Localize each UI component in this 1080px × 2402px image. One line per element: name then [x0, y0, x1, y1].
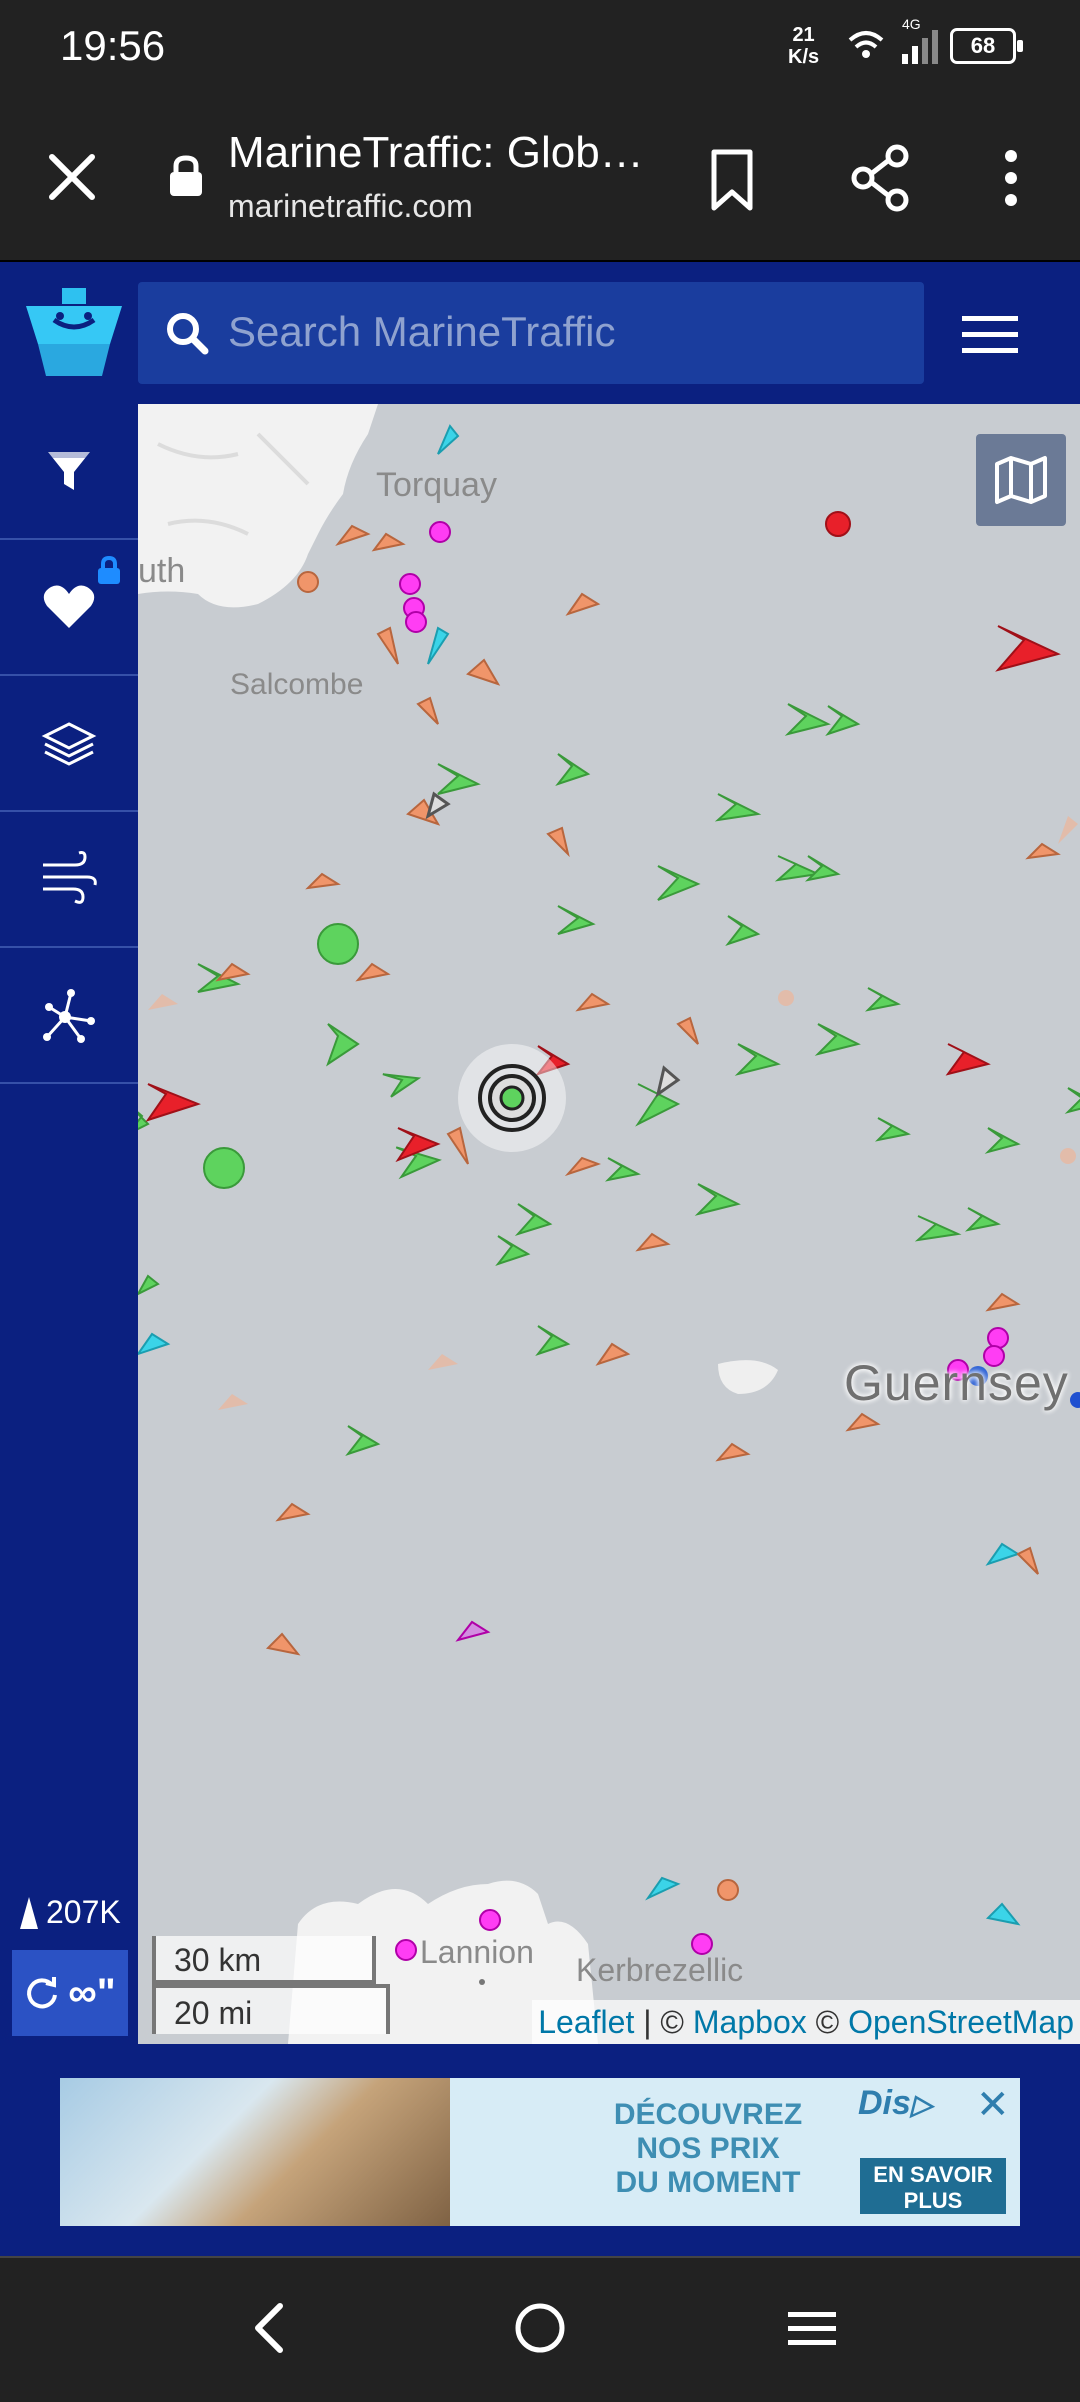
- network-icon: [43, 989, 95, 1043]
- lock-icon: [98, 556, 120, 584]
- share-button[interactable]: [845, 142, 917, 219]
- network-speed: 21 K/s: [788, 24, 819, 68]
- map-canvas: [138, 404, 1080, 2044]
- hamburger-icon: [962, 316, 1018, 353]
- speed-unit: K/s: [788, 46, 820, 68]
- sidebar-item-weather[interactable]: [0, 812, 138, 948]
- leaflet-link[interactable]: Leaflet: [538, 2004, 634, 2040]
- place-label-guernsey: Guernsey: [844, 1355, 1069, 1411]
- refresh-interval-value: ∞": [68, 1970, 116, 2015]
- more-vertical-icon: [1005, 150, 1017, 206]
- status-bar: 19:56 21 K/s 4G 68: [0, 0, 1080, 100]
- main-menu-button[interactable]: [958, 312, 1022, 361]
- scale-bar-km: 30 km: [152, 1936, 376, 1984]
- sidebar-item-network[interactable]: [0, 948, 138, 1084]
- place-label: uth: [138, 552, 186, 590]
- place-label: Salcombe: [230, 668, 364, 701]
- sidebar-item-layers[interactable]: [0, 676, 138, 812]
- site-header: Search MarineTraffic: [0, 262, 1080, 404]
- vessel-icon: [20, 1896, 38, 1929]
- marinetraffic-logo[interactable]: [22, 284, 126, 385]
- heart-icon: [43, 585, 95, 628]
- search-input[interactable]: Search MarineTraffic: [138, 282, 924, 384]
- ad-container: DÉCOUVREZ NOS PRIX DU MOMENT Dis▷ ✕ EN S…: [0, 2044, 1080, 2256]
- search-placeholder: Search MarineTraffic: [228, 308, 616, 355]
- map-attribution: Leaflet | © Mapbox © OpenStreetMap: [532, 2000, 1080, 2044]
- ad-line: NOS PRIX: [636, 2132, 780, 2165]
- ad-close-button[interactable]: ✕: [976, 2082, 1010, 2128]
- cargo-moored: [317, 923, 359, 965]
- sidebar-item-filter[interactable]: [0, 404, 138, 540]
- ad-text: DÉCOUVREZ NOS PRIX DU MOMENT: [588, 2098, 828, 2200]
- nav-recents-button[interactable]: [782, 2298, 842, 2363]
- refresh-icon: [27, 1977, 58, 2009]
- page-url[interactable]: marinetraffic.com: [228, 188, 473, 225]
- battery-level: 68: [970, 33, 996, 58]
- tanker-vessels: [145, 511, 1061, 1163]
- nav-home-button[interactable]: [510, 2298, 570, 2363]
- vessel-count: 207K: [18, 1894, 121, 1931]
- browser-toolbar: MarineTraffic: Glob… marinetraffic.com: [0, 100, 1080, 262]
- search-icon: [164, 310, 210, 361]
- sidebar-item-favorites[interactable]: [0, 540, 138, 676]
- home-icon: [515, 2303, 565, 2353]
- osm-link[interactable]: OpenStreetMap: [848, 2004, 1074, 2040]
- back-icon: [255, 2303, 283, 2353]
- ad-cta-line: EN SAVOIR: [873, 2162, 993, 2187]
- status-icons: 4G: [846, 16, 946, 75]
- layers-icon: [41, 722, 97, 766]
- ad-image: [60, 2078, 450, 2226]
- battery-icon: 68: [950, 28, 1023, 64]
- nav-back-button[interactable]: [244, 2298, 294, 2363]
- map-icon: [995, 456, 1047, 504]
- place-label: Torquay: [376, 466, 497, 504]
- ad-line: DU MOMENT: [615, 2166, 801, 2199]
- wind-icon: [43, 851, 97, 904]
- ad-cta-button[interactable]: EN SAVOIR PLUS: [860, 2158, 1006, 2214]
- bookmark-button[interactable]: [700, 144, 764, 221]
- place-label: Kerbrezellic: [576, 1952, 744, 1988]
- wifi-icon: [848, 30, 938, 64]
- mapbox-link[interactable]: Mapbox: [693, 2004, 807, 2040]
- page-title[interactable]: MarineTraffic: Glob…: [228, 128, 648, 178]
- vessel-count-value: 207K: [46, 1894, 121, 1930]
- close-tab-button[interactable]: [40, 145, 104, 209]
- ad-cta-line: PLUS: [903, 2188, 963, 2213]
- refresh-interval-button[interactable]: ∞": [12, 1950, 128, 2036]
- attribution-separator: ©: [806, 2004, 849, 2040]
- land-guernsey: [718, 1360, 778, 1394]
- more-options-button[interactable]: [996, 142, 1026, 219]
- status-time: 19:56: [60, 22, 166, 69]
- scale-bar-mi: 20 mi: [152, 1984, 390, 2034]
- ad-line: DÉCOUVREZ: [613, 2098, 803, 2131]
- close-icon: [49, 154, 95, 200]
- bookmark-icon: [711, 149, 753, 211]
- share-icon: [851, 144, 909, 212]
- map-type-button[interactable]: [976, 434, 1066, 526]
- cargo-vessels: [138, 703, 1080, 1456]
- funnel-icon: [48, 452, 90, 490]
- cargo-moored: [203, 1147, 245, 1189]
- map-sidebar: 207K ∞": [0, 404, 138, 2044]
- vessel-map[interactable]: Torquay uth Salcombe Guernsey Lannion Ke…: [138, 404, 1080, 2044]
- speed-value: 21: [792, 24, 815, 46]
- system-nav-bar: [0, 2256, 1080, 2402]
- ship-logo-icon: [26, 288, 122, 376]
- lock-icon: [166, 154, 206, 203]
- network-type: 4G: [902, 16, 921, 32]
- attribution-separator: | ©: [634, 2004, 693, 2040]
- place-label: Lannion: [420, 1934, 534, 1970]
- ad-banner[interactable]: DÉCOUVREZ NOS PRIX DU MOMENT Dis▷ ✕ EN S…: [60, 2078, 1020, 2226]
- ad-brand-logo: Dis▷: [858, 2084, 933, 2122]
- passenger-vessels: [138, 424, 1021, 1926]
- menu-icon: [788, 2312, 836, 2345]
- selected-vessel-marker[interactable]: [458, 1044, 566, 1152]
- stale-vessels: [148, 816, 1078, 1410]
- other-vessels: [215, 524, 1061, 1901]
